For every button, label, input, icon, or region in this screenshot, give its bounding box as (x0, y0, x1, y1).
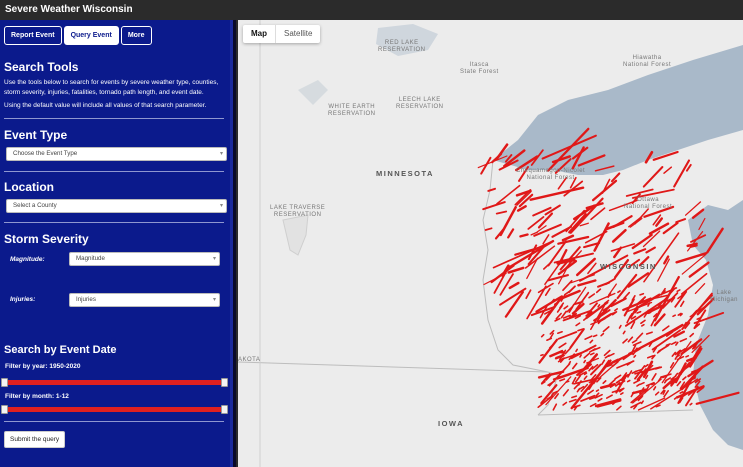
map-label-iowa: IOWA (438, 419, 464, 428)
sidebar: Report Event Query Event More Search Too… (0, 20, 236, 467)
storm-track-segment[interactable] (538, 395, 543, 399)
map-type-control: Map Satellite (243, 25, 321, 43)
month-slider-max-handle[interactable] (221, 405, 228, 414)
storm-track-segment[interactable] (685, 354, 690, 358)
storm-track-segment[interactable] (639, 292, 645, 296)
storm-track-segment[interactable] (640, 323, 645, 327)
month-slider-min-handle[interactable] (1, 405, 8, 414)
month-slider-track[interactable] (4, 407, 226, 412)
storm-track-segment[interactable] (592, 334, 598, 338)
year-slider-max-handle[interactable] (221, 378, 228, 387)
satellite-button[interactable]: Satellite (276, 25, 320, 43)
map-label-red-lake: RED LAKE RESERVATION (378, 40, 426, 53)
chevron-down-icon: ▾ (219, 203, 223, 209)
magnitude-select[interactable]: Magnitude ▾ (69, 252, 220, 266)
event-type-heading: Event Type (4, 128, 68, 142)
tab-report-event[interactable]: Report Event (4, 26, 62, 45)
storm-track-segment[interactable] (672, 314, 677, 318)
tab-more[interactable]: More (120, 26, 152, 45)
map-label-lake-traverse: LAKE TRAVERSE RESERVATION (270, 205, 326, 218)
tab-bar: Report Event Query Event More (4, 26, 152, 45)
submit-query-button[interactable]: Submit the query (4, 431, 66, 448)
map-label-minnesota: MINNESOTA (376, 169, 434, 178)
storm-track-segment[interactable] (560, 351, 565, 354)
map-view[interactable]: Map Satellite RED LAKE RESERVATION Itasc… (238, 20, 743, 467)
storm-track-segment[interactable] (575, 348, 579, 353)
map-canvas[interactable] (238, 20, 743, 467)
search-tools-note: Using the default value will include all… (4, 102, 207, 109)
storm-track-segment[interactable] (626, 379, 631, 383)
chevron-down-icon: ▾ (212, 256, 216, 262)
map-button[interactable]: Map (243, 25, 275, 43)
storm-track-segment[interactable] (679, 391, 684, 394)
map-label-ottawa: Ottawa National Forest (624, 197, 673, 210)
storm-track-segment[interactable] (647, 311, 652, 315)
magnitude-select-value: Magnitude (76, 255, 105, 262)
search-tools-description: Use the tools below to search for events… (4, 79, 219, 96)
storm-severity-heading: Storm Severity (4, 232, 89, 246)
storm-track-segment[interactable] (565, 380, 570, 383)
map-label-wisconsin: WISCONSIN (600, 262, 657, 271)
storm-track-segment[interactable] (568, 360, 572, 365)
storm-track-segment[interactable] (583, 359, 587, 364)
divider (4, 421, 224, 422)
storm-track-segment[interactable] (579, 354, 583, 358)
tab-query-event[interactable]: Query Event (63, 26, 119, 45)
map-label-white-earth: WHITE EARTH RESERVATION (328, 104, 376, 117)
map-label-lake-michigan: Lake Michigan (710, 290, 739, 303)
divider (4, 118, 224, 119)
map-label-nicolet: Chequamegon-Nicolet National Forest (516, 168, 586, 181)
search-tools-heading: Search Tools (4, 60, 79, 74)
county-select[interactable]: Select a County ▾ (6, 199, 227, 213)
magnitude-label: Magnitude: (10, 256, 45, 263)
storm-track-segment[interactable] (633, 354, 637, 358)
month-filter-label: Filter by month: 1-12 (5, 393, 69, 400)
storm-track-line[interactable] (689, 244, 698, 248)
year-slider-min-handle[interactable] (1, 378, 8, 387)
chevron-down-icon: ▾ (219, 151, 223, 157)
injuries-select-value: Injuries (76, 296, 96, 303)
storm-track-segment[interactable] (696, 317, 701, 321)
storm-track-segment[interactable] (595, 389, 600, 393)
divider (4, 222, 224, 223)
map-label-itasca: Itasca State Forest (460, 62, 499, 75)
event-type-select[interactable]: Choose the Event Type ▾ (6, 147, 227, 161)
location-heading: Location (4, 180, 54, 194)
map-label-hiawatha: Hiawatha National Forest (623, 55, 672, 68)
storm-track-segment[interactable] (651, 382, 656, 386)
app-title: Severe Weather Wisconsin (0, 0, 743, 20)
map-label-leech-lake: LEECH LAKE RESERVATION (396, 97, 444, 110)
event-date-heading: Search by Event Date (4, 344, 117, 356)
storm-track-segment[interactable] (689, 402, 693, 406)
year-slider-track[interactable] (4, 380, 226, 385)
year-filter-label: Filter by year: 1950-2020 (5, 363, 81, 370)
divider (4, 171, 224, 172)
storm-track-segment[interactable] (540, 353, 544, 357)
event-type-select-value: Choose the Event Type (13, 150, 78, 157)
map-label-dakota: AKOTA (238, 357, 261, 363)
injuries-label: Injuries: (10, 296, 36, 303)
storm-track-segment[interactable] (619, 392, 624, 396)
chevron-down-icon: ▾ (212, 297, 216, 303)
county-select-value: Select a County (13, 202, 57, 209)
injuries-select[interactable]: Injuries ▾ (69, 293, 220, 307)
sidebar-scrollbar[interactable] (230, 20, 233, 467)
storm-track-segment[interactable] (661, 375, 666, 379)
